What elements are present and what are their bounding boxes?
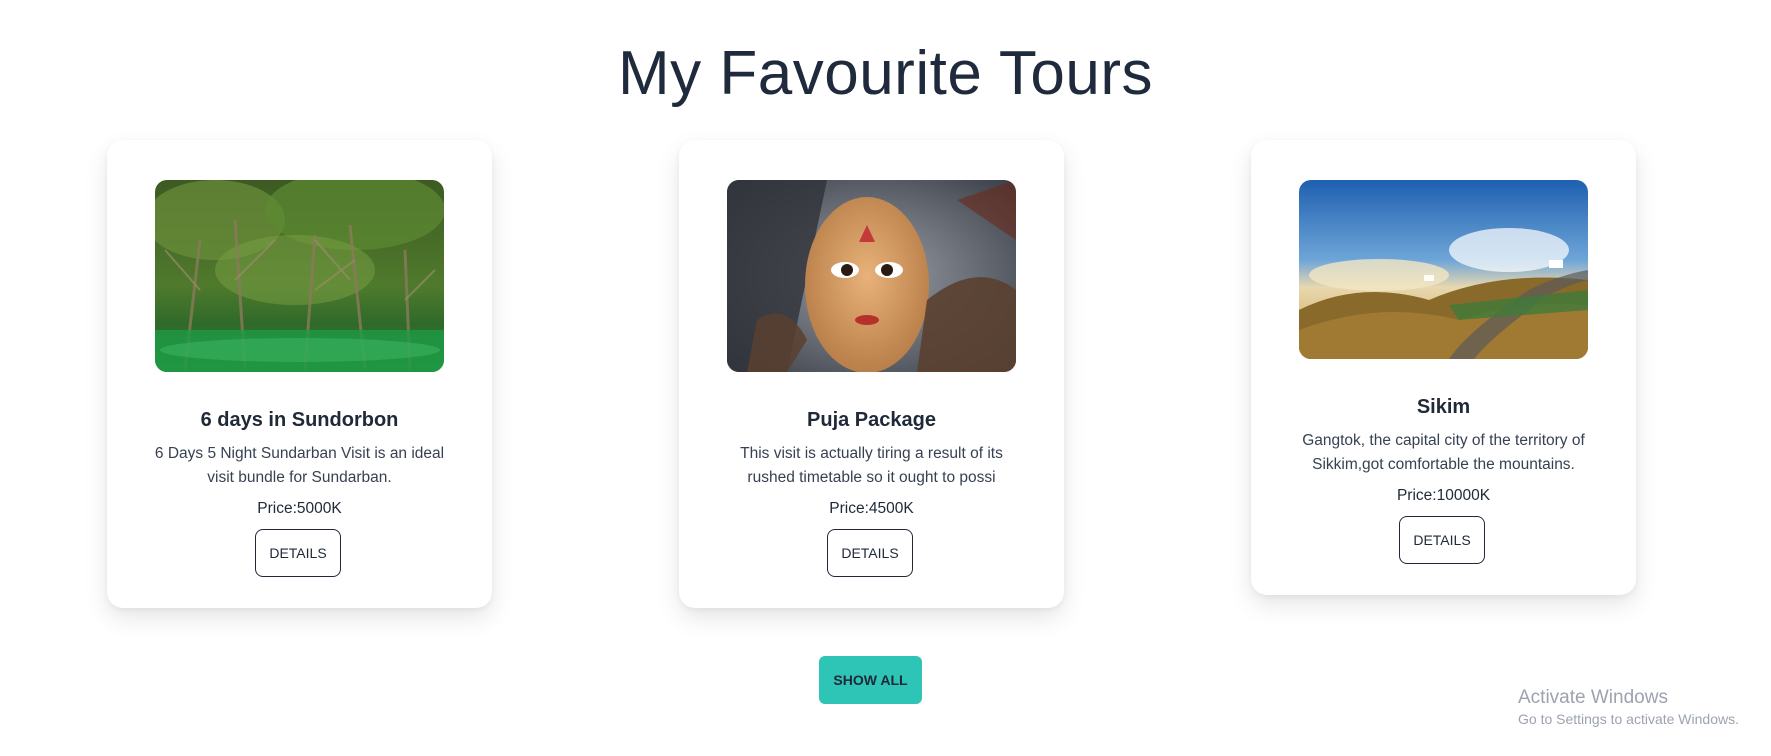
tour-description: This visit is actually tiring a result o… — [740, 445, 1003, 486]
tour-card-sikkim: Sikim Gangtok, the capital city of the t… — [1251, 140, 1636, 595]
show-all-button[interactable]: SHOW ALL — [819, 656, 922, 704]
tour-image-mountain-landscape — [1299, 180, 1588, 359]
watermark-subtitle: Go to Settings to activate Windows. — [1518, 711, 1739, 727]
tour-title: Sikim — [1416, 396, 1471, 418]
details-button[interactable]: DETAILS — [255, 529, 341, 577]
tour-title: 6 days in Sundorbon — [200, 409, 399, 431]
tour-price: Price:4500K — [829, 500, 914, 517]
activate-windows-watermark: Activate Windows Go to Settings to activ… — [1518, 686, 1739, 728]
watermark-title: Activate Windows — [1518, 687, 1668, 708]
tour-price: Price:5000K — [257, 500, 342, 517]
tour-image-durga-idol — [727, 180, 1016, 372]
tour-description: 6 Days 5 Night Sundarban Visit is an ide… — [154, 445, 445, 486]
tour-card-puja: Puja Package This visit is actually tiri… — [679, 140, 1064, 608]
page: My Favourite Tours 6 days in Sundorbon 6… — [0, 0, 1771, 756]
details-button[interactable]: DETAILS — [1399, 516, 1485, 564]
tour-description: Gangtok, the capital city of the territo… — [1302, 432, 1585, 473]
tour-title: Puja Package — [807, 409, 936, 431]
tour-image-mangrove-forest — [155, 180, 444, 372]
tour-price: Price:10000K — [1396, 487, 1491, 504]
page-title: My Favourite Tours — [617, 39, 1154, 108]
tour-card-sundarban: 6 days in Sundorbon 6 Days 5 Night Sunda… — [107, 140, 492, 608]
details-button[interactable]: DETAILS — [827, 529, 913, 577]
